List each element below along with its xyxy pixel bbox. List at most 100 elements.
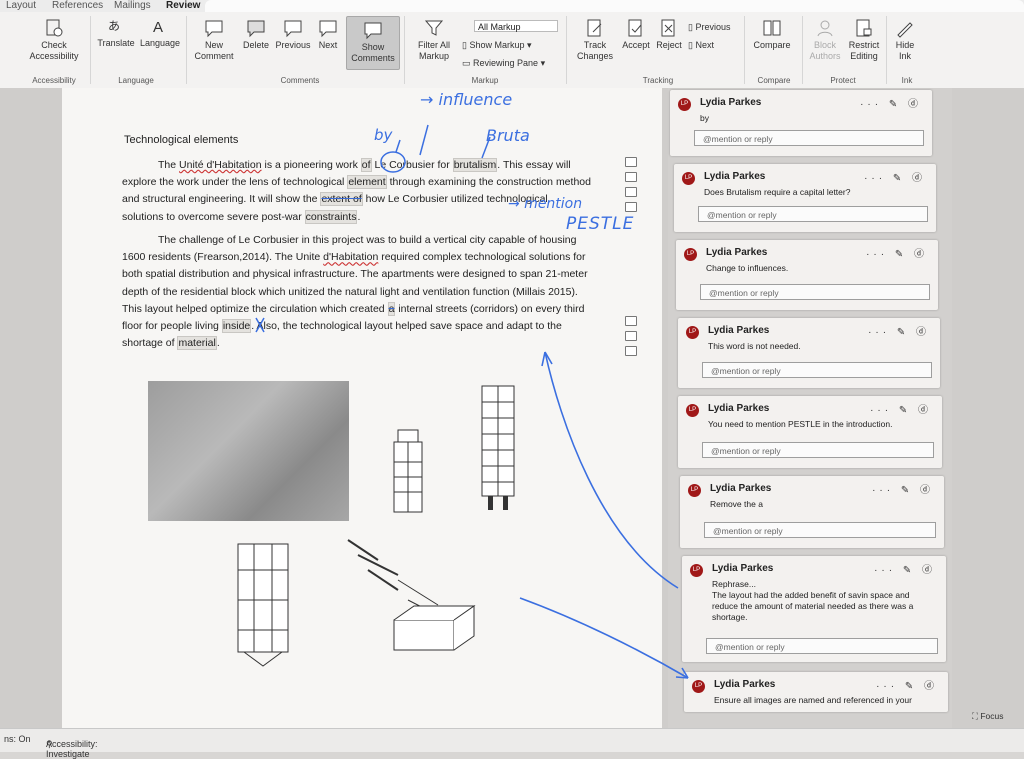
accept-button[interactable]: Accept <box>620 18 652 51</box>
group-ink: Ink <box>901 76 913 85</box>
comment-marker[interactable] <box>625 202 637 212</box>
previous-change-button[interactable]: ▯ Previous <box>688 22 730 33</box>
language-icon: A <box>153 19 163 36</box>
comment-reply-input[interactable]: @mention or reply <box>704 522 936 538</box>
building-photo[interactable] <box>148 381 349 521</box>
avatar: LP <box>692 680 705 693</box>
comment-reply-input[interactable]: @mention or reply <box>698 206 928 222</box>
comment-actions[interactable]: ··· ✎ ⓓ <box>864 169 926 184</box>
previous-label: Previous <box>275 40 311 50</box>
divider <box>566 16 567 84</box>
comment-author: Lydia Parkes <box>710 483 772 494</box>
comment-actions[interactable]: ··· ✎ ⓓ <box>874 561 936 576</box>
comment-actions[interactable]: ··· ✎ ⓓ <box>870 401 932 416</box>
tab-references[interactable]: References <box>52 0 103 12</box>
comment-actions[interactable]: ··· ✎ ⓓ <box>860 95 922 110</box>
comment-card[interactable]: LP Lydia Parkes ··· ✎ ⓓ Ensure all image… <box>684 672 948 712</box>
previous-comment-button[interactable]: Previous <box>274 18 312 51</box>
divider <box>90 16 91 84</box>
restrict-editing-label: Restrict Editing <box>848 40 880 61</box>
next-change-button[interactable]: ▯ Next <box>688 40 714 51</box>
comment-author: Lydia Parkes <box>704 171 766 182</box>
delete-comment-button[interactable]: Delete <box>240 18 272 51</box>
avatar: LP <box>686 404 699 417</box>
comment-actions[interactable]: ··· ✎ ⓓ <box>872 481 934 496</box>
apartment-section-drawing[interactable] <box>338 520 498 670</box>
comment-reply-input[interactable]: @mention or reply <box>702 442 934 458</box>
previous-comment-icon <box>284 20 302 38</box>
comment-body: by <box>700 113 709 123</box>
compare-label: Compare <box>753 40 791 50</box>
section-heading[interactable]: Technological elements <box>124 134 238 146</box>
compare-button[interactable]: Compare <box>750 18 794 51</box>
accessibility-icon <box>46 19 63 37</box>
filter-markup-button[interactable]: Filter All Markup <box>410 18 458 62</box>
restrict-editing-icon <box>856 19 872 37</box>
filter-icon <box>424 20 444 36</box>
show-markup-button[interactable]: ▯ Show Markup ▾ <box>462 40 532 51</box>
comment-actions[interactable]: ··· ✎ ⓓ <box>868 323 930 338</box>
comment-marker[interactable] <box>625 316 637 326</box>
show-comments-button[interactable]: Show Comments <box>346 16 400 70</box>
hide-ink-label: Hide Ink <box>895 40 915 61</box>
show-comments-label: Show Comments <box>351 42 395 63</box>
translate-icon: あ <box>108 19 120 33</box>
reject-button[interactable]: Reject <box>654 18 684 51</box>
check-accessibility-button[interactable]: Check Accessibility <box>26 18 82 62</box>
hide-ink-button[interactable]: Hide Ink <box>890 18 920 62</box>
divider <box>886 16 887 84</box>
comment-body: Change to influences. <box>706 263 789 273</box>
comment-card[interactable]: LP Lydia Parkes ··· ✎ ⓓ This word is not… <box>678 318 940 388</box>
new-comment-button[interactable]: New Comment <box>192 18 236 62</box>
comment-actions[interactable]: ··· ✎ ⓓ <box>866 245 928 260</box>
new-comment-label: New Comment <box>194 40 234 61</box>
avatar: LP <box>690 564 703 577</box>
next-comment-button[interactable]: Next <box>314 18 342 51</box>
previous-change-label: Previous <box>695 22 731 32</box>
avatar: LP <box>678 98 691 111</box>
block-authors-button[interactable]: Block Authors <box>806 18 844 62</box>
comment-marker[interactable] <box>625 157 637 167</box>
paragraph-1[interactable]: The Unité d'Habitation is a pioneering w… <box>122 157 592 226</box>
comment-body: Ensure all images are named and referenc… <box>714 695 912 705</box>
divider <box>404 16 405 84</box>
filter-markup-label: Filter All Markup <box>417 40 450 61</box>
section-drawing[interactable] <box>232 540 294 670</box>
comment-author: Lydia Parkes <box>706 247 768 258</box>
translate-button[interactable]: あ Translate <box>96 16 136 49</box>
comment-reply-input[interactable]: @mention or reply <box>694 130 924 146</box>
tab-mailings[interactable]: Mailings <box>114 0 151 12</box>
comment-marker[interactable] <box>625 187 637 197</box>
comment-card[interactable]: LP Lydia Parkes ··· ✎ ⓓ Remove the a @me… <box>680 476 944 548</box>
comment-marker[interactable] <box>625 172 637 182</box>
reviewing-pane-button[interactable]: ▭ Reviewing Pane ▾ <box>462 58 545 69</box>
focus-button[interactable]: ⛶ Focus <box>972 711 1003 722</box>
comment-reply-input[interactable]: @mention or reply <box>702 362 932 378</box>
avatar: LP <box>684 248 697 261</box>
paragraph-2[interactable]: The challenge of Le Corbusier in this pr… <box>122 232 592 352</box>
comment-marker[interactable] <box>625 346 637 356</box>
building-elevation-drawing[interactable] <box>388 382 568 522</box>
comment-author: Lydia Parkes <box>708 325 770 336</box>
comment-card[interactable]: LP Lydia Parkes ··· ✎ ⓓ by @mention or r… <box>670 90 932 156</box>
comment-card[interactable]: LP Lydia Parkes ··· ✎ ⓓ Does Brutalism r… <box>674 164 936 232</box>
language-button[interactable]: A Language <box>138 16 182 49</box>
group-tracking: Tracking <box>642 76 674 85</box>
comment-card[interactable]: LP Lydia Parkes ··· ✎ ⓓ Change to influe… <box>676 240 938 310</box>
status-left-text: ns: On <box>4 734 31 744</box>
language-label: Language <box>139 38 181 48</box>
restrict-editing-button[interactable]: Restrict Editing <box>846 18 882 62</box>
track-changes-icon <box>587 19 602 37</box>
comment-reply-input[interactable]: @mention or reply <box>706 638 938 654</box>
svg-text:A: A <box>153 19 163 36</box>
comment-card[interactable]: LP Lydia Parkes ··· ✎ ⓓ You need to ment… <box>678 396 942 468</box>
next-change-label: Next <box>695 40 714 50</box>
comment-card[interactable]: LP Lydia Parkes ··· ✎ ⓓ Rephrase... The … <box>682 556 946 662</box>
comment-actions[interactable]: ··· ✎ ⓓ <box>876 677 938 692</box>
markup-display-select[interactable]: All Markup <box>474 20 558 32</box>
comment-body: Remove the a <box>710 499 763 509</box>
tab-layout[interactable]: Layout <box>6 0 36 12</box>
track-changes-button[interactable]: Track Changes <box>572 18 618 62</box>
comment-reply-input[interactable]: @mention or reply <box>700 284 930 300</box>
comment-marker[interactable] <box>625 331 637 341</box>
